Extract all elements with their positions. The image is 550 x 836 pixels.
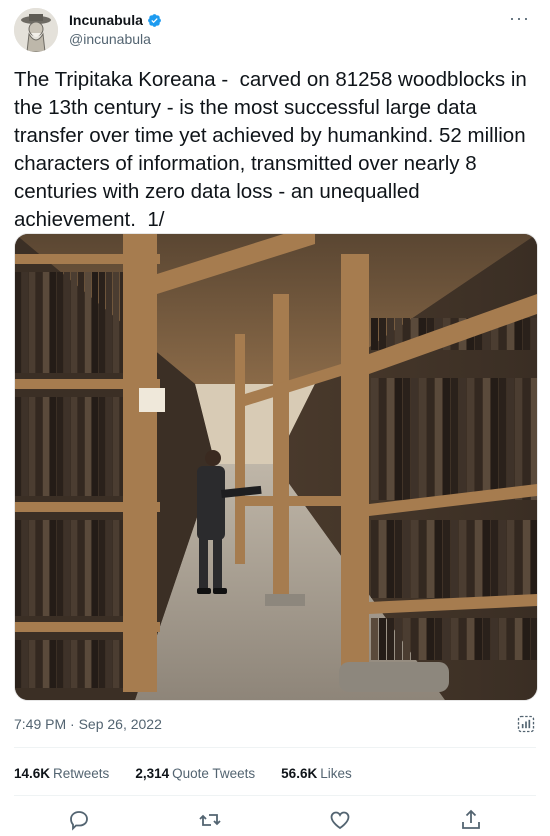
likes-count: 56.6K [281, 766, 318, 781]
quote-tweets-count: 2,314 [135, 766, 170, 781]
avatar[interactable] [14, 8, 58, 52]
divider [14, 795, 536, 796]
divider [14, 747, 536, 748]
tweet-analytics-icon[interactable] [516, 714, 536, 734]
retweet-icon[interactable] [198, 808, 222, 832]
avatar-illustration [14, 8, 58, 52]
tweet-header: Incunabula @incunabula ··· [14, 8, 536, 52]
verified-badge-icon [148, 13, 161, 27]
share-icon[interactable] [459, 808, 483, 832]
tweet-image[interactable] [14, 233, 538, 701]
reply-icon[interactable] [67, 808, 91, 832]
tweet-action-bar [0, 808, 550, 832]
likes-label: Likes [320, 766, 352, 781]
retweets-stat[interactable]: 14.6K Retweets [14, 766, 109, 781]
display-name[interactable]: Incunabula [69, 12, 143, 28]
tweet-stats: 14.6K Retweets 2,314 Quote Tweets 56.6K Lik… [14, 766, 352, 781]
likes-stat[interactable]: 56.6K Likes [281, 766, 352, 781]
tweet-timestamp[interactable]: 7:49 PM · Sep 26, 2022 [14, 716, 162, 732]
user-handle[interactable]: @incunabula [69, 31, 162, 47]
like-icon[interactable] [328, 808, 352, 832]
tweet-text: The Tripitaka Koreana - carved on 81258 … [14, 68, 533, 231]
retweets-count: 14.6K [14, 766, 51, 781]
library-photo-illustration [15, 234, 537, 700]
quote-tweets-label: Quote Tweets [172, 766, 256, 781]
quote-tweets-stat[interactable]: 2,314 Quote Tweets [135, 766, 255, 781]
retweets-label: Retweets [53, 766, 110, 781]
more-options-icon[interactable]: ··· [509, 8, 530, 29]
